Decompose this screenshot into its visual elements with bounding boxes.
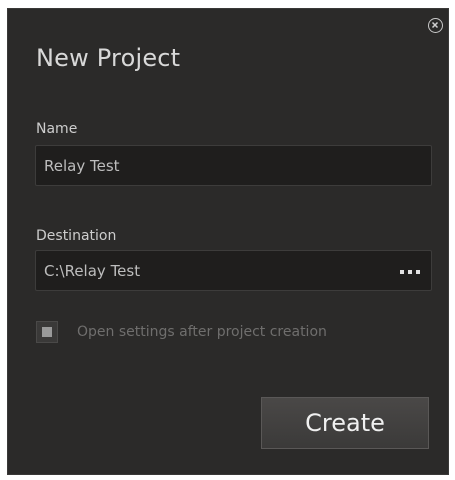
ellipsis-icon xyxy=(400,270,404,274)
name-field-box xyxy=(35,145,432,186)
close-icon[interactable] xyxy=(428,18,443,33)
ellipsis-icon xyxy=(416,270,420,274)
dialog-title: New Project xyxy=(36,44,181,72)
browse-button[interactable] xyxy=(395,261,425,281)
destination-field-box xyxy=(35,250,432,291)
checkbox-mark xyxy=(42,327,52,337)
destination-label: Destination xyxy=(36,228,117,244)
ellipsis-icon xyxy=(408,270,412,274)
name-label: Name xyxy=(36,121,78,137)
open-settings-label: Open settings after project creation xyxy=(77,324,327,340)
destination-input[interactable] xyxy=(44,251,384,290)
create-button[interactable]: Create xyxy=(261,397,429,449)
open-settings-checkbox[interactable] xyxy=(36,321,58,343)
name-input[interactable] xyxy=(44,146,384,185)
